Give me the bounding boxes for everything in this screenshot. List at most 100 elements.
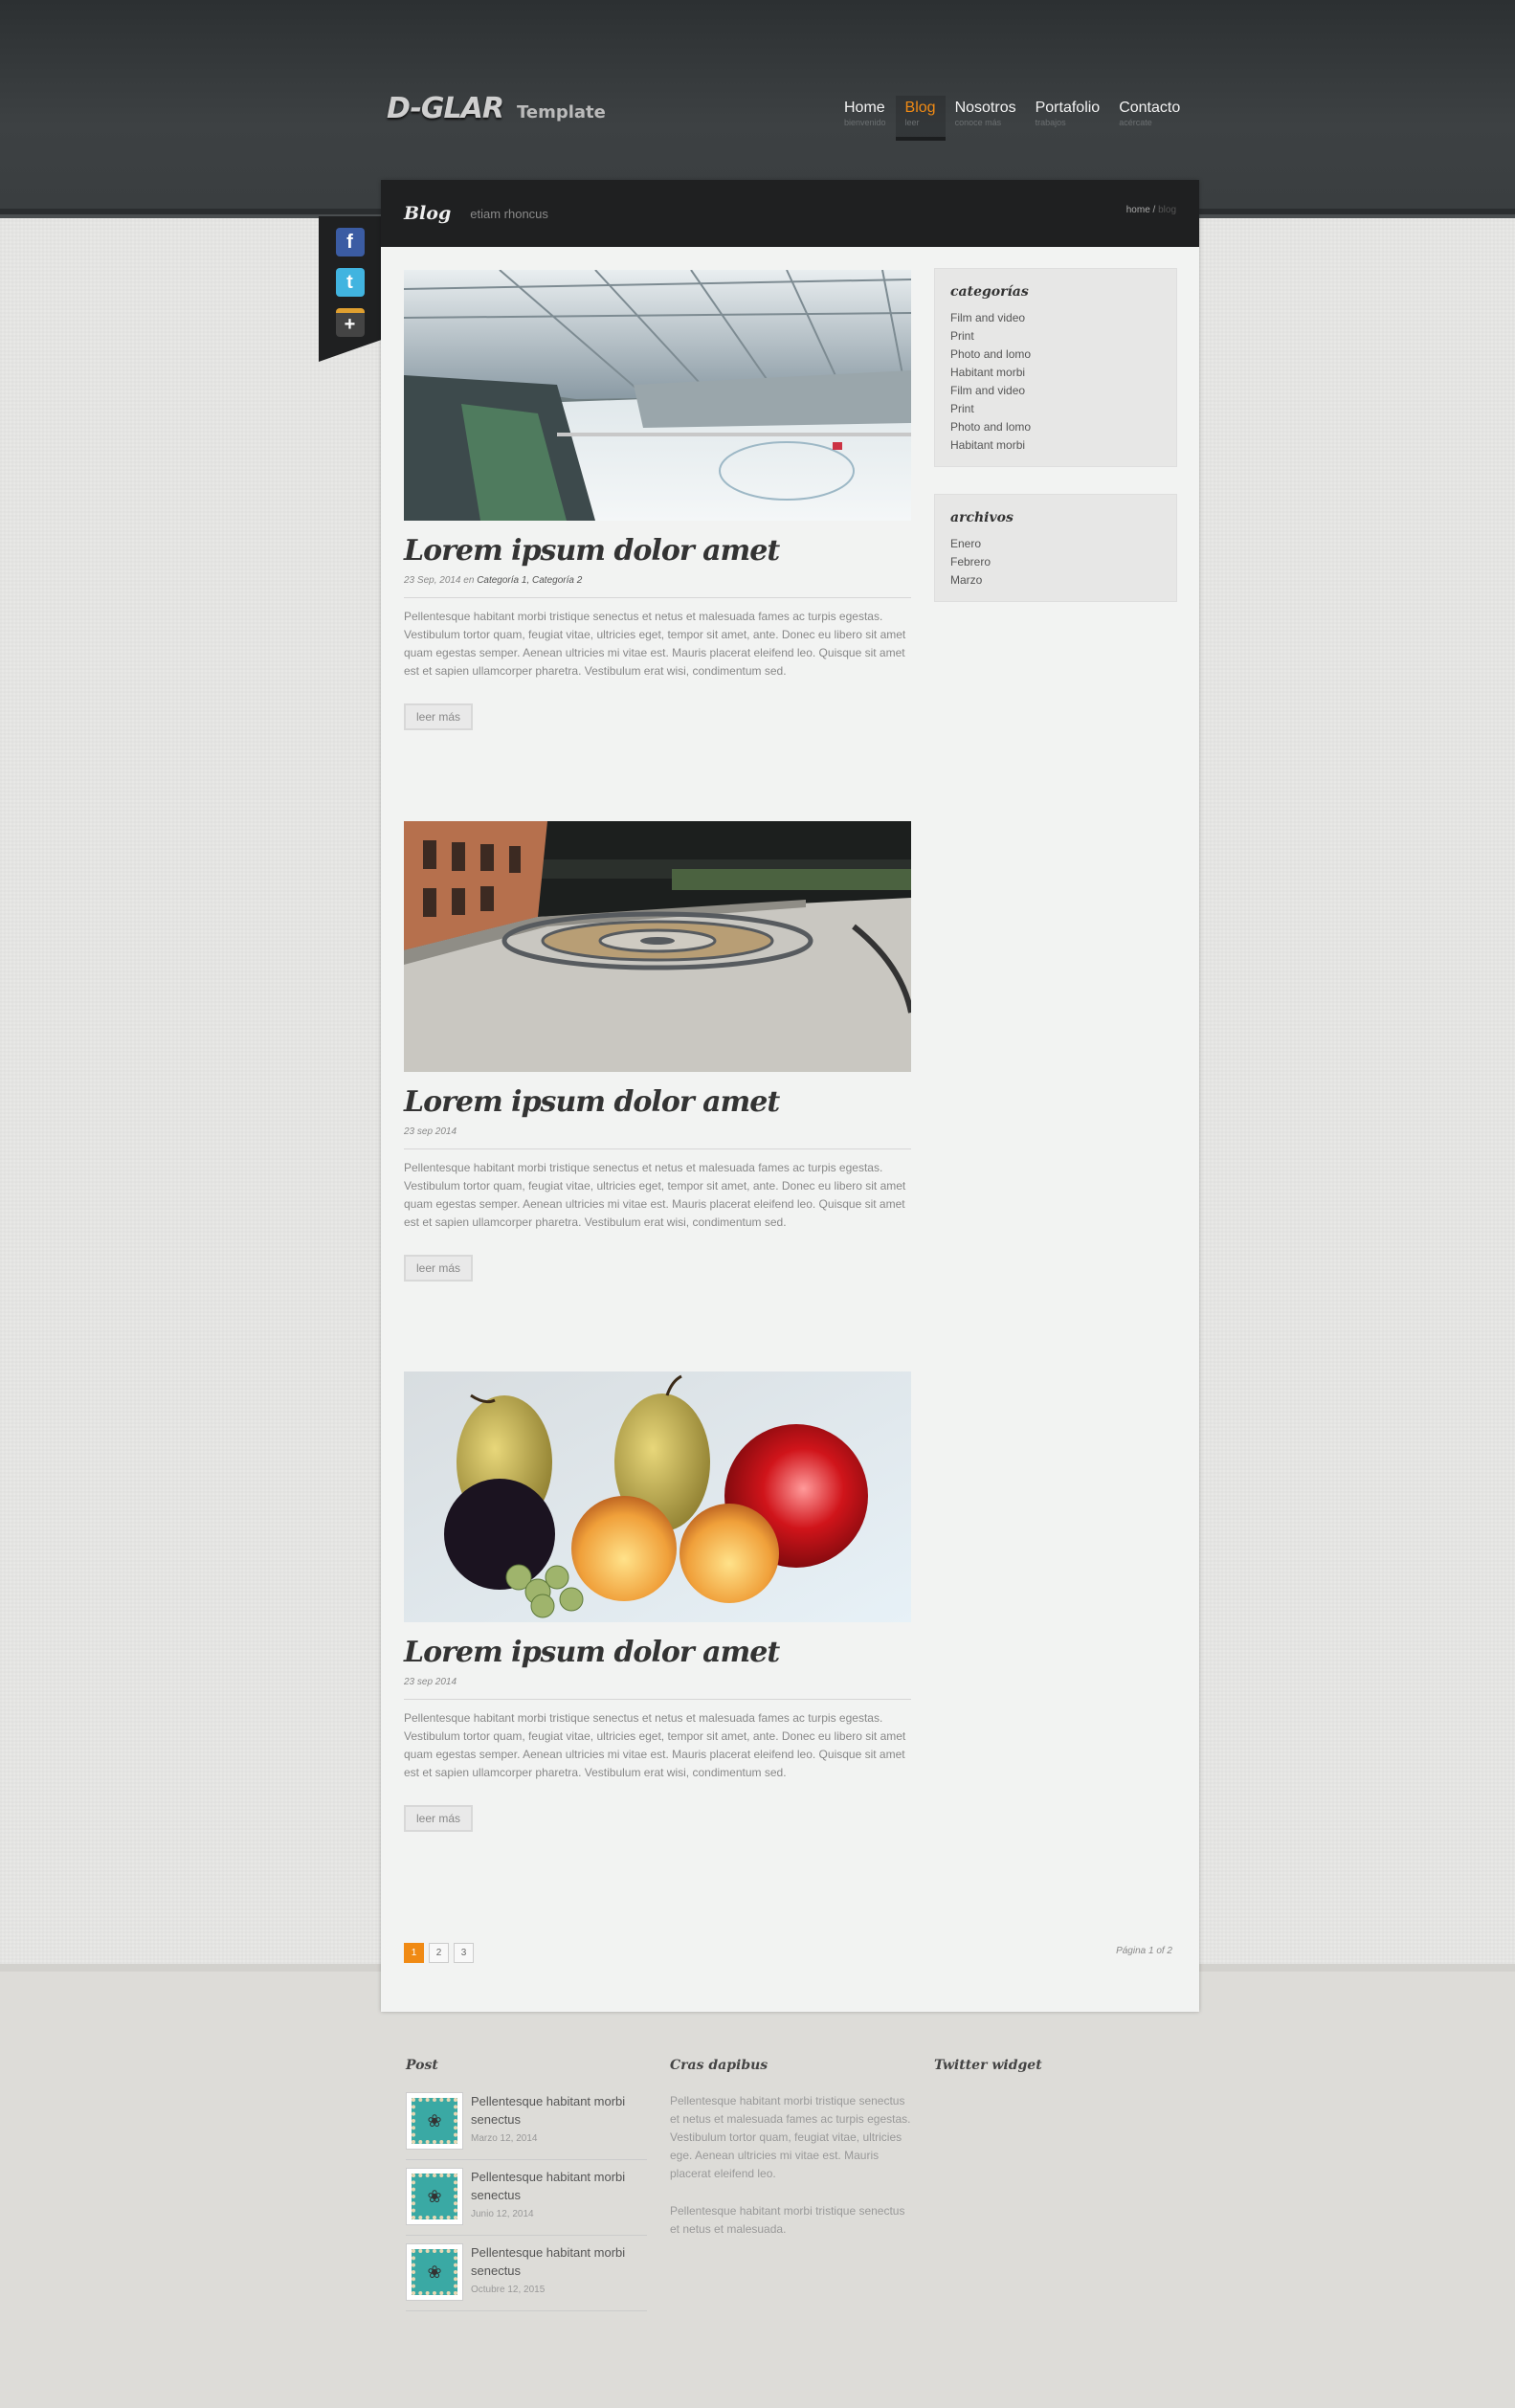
nav-sublabel: leer [904,118,920,127]
post-date: 23 sep 2014 [404,1677,457,1687]
post-category-link[interactable]: Categoría 1, [477,575,529,586]
footer-post-item[interactable]: ❀ Pellentesque habitant morbi senectus O… [406,2243,647,2311]
footer-post-title[interactable]: Pellentesque habitant morbi senectus [471,2092,647,2129]
main-content-panel: Blog etiam rhoncus home / blog Lorem ips… [381,180,1199,2012]
footer-post-item[interactable]: ❀ Pellentesque habitant morbi senectus J… [406,2168,647,2236]
page-subtitle: etiam rhoncus [470,206,548,221]
post-date: 23 Sep, 2014 en [404,575,475,586]
blog-post: Lorem ipsum dolor amet 23 sep 2014 Pelle… [404,1371,911,1832]
footer-posts: Post ❀ Pellentesque habitant morbi senec… [406,2058,647,2319]
nav-contacto[interactable]: Contacto acércate [1109,96,1190,137]
facebook-glyph: f [346,231,353,253]
breadcrumb-current: blog [1158,205,1176,215]
page-link-current[interactable]: 1 [404,1943,424,1963]
post-excerpt: Pellentesque habitant morbi tristique se… [404,1161,906,1229]
page-link[interactable]: 2 [429,1943,449,1963]
footer-post-title[interactable]: Pellentesque habitant morbi senectus [471,2168,647,2204]
category-link[interactable]: Film and video [950,309,1161,327]
post-title[interactable]: Lorem ipsum dolor amet [404,1085,911,1119]
nav-portafolio[interactable]: Portafolio trabajos [1026,96,1110,137]
pagination: 1 2 3 [404,1943,474,1963]
page-count: Página 1 of 2 [1116,1946,1172,1956]
post-thumbnail: ❀ [406,2168,463,2225]
ice-rink-photo[interactable] [404,270,911,521]
category-link[interactable]: Photo and lomo [950,418,1161,436]
social-bar: f t + [319,216,381,362]
site-logo[interactable]: D-GLAR Template [387,92,606,125]
footer-post-title[interactable]: Pellentesque habitant morbi senectus [471,2243,647,2280]
post-divider [404,1699,911,1700]
footer-title: Post [406,2058,438,2073]
nav-sublabel: acércate [1119,118,1152,127]
main-navigation: Home bienvenido Blog leer Nosotros conoc… [835,96,1190,141]
fruit-painting-photo[interactable] [404,1371,911,1622]
breadcrumb-home[interactable]: home [1126,205,1150,215]
archive-link[interactable]: Enero [950,535,1161,553]
categories-widget: categorías Film and video Print Photo an… [934,268,1177,467]
footer-post-item[interactable]: ❀ Pellentesque habitant morbi senectus M… [406,2092,647,2160]
category-link[interactable]: Photo and lomo [950,346,1161,364]
read-more-button[interactable]: leer más [404,703,474,730]
breadcrumb-separator: / [1149,205,1159,215]
page-link[interactable]: 3 [454,1943,474,1963]
blog-post: Lorem ipsum dolor amet 23 Sep, 2014 en C… [404,270,911,730]
post-thumbnail: ❀ [406,2092,463,2150]
post-category-link[interactable]: Categoría 2 [532,575,582,586]
category-link[interactable]: Print [950,400,1161,418]
nav-label: Blog [904,100,936,116]
facebook-icon[interactable]: f [335,228,365,256]
stamp-icon: ❀ [412,2174,457,2219]
nav-sublabel: bienvenido [844,118,886,127]
page-title: Blog [404,203,452,224]
archive-link[interactable]: Marzo [950,571,1161,590]
nav-label: Contacto [1119,100,1181,116]
twitter-glyph: t [346,271,353,293]
breadcrumb: home / blog [1126,205,1176,215]
archives-widget: archivos Enero Febrero Marzo [934,494,1177,602]
archive-link[interactable]: Febrero [950,553,1161,571]
courtyard-photo[interactable] [404,821,911,1072]
widget-title: archivos [950,510,1014,525]
post-meta: 23 sep 2014 [404,1677,911,1687]
nav-blog[interactable]: Blog leer [895,96,946,141]
post-excerpt: Pellentesque habitant morbi tristique se… [404,610,906,678]
category-link[interactable]: Film and video [950,382,1161,400]
footer-twitter: Twitter widget [934,2058,1042,2092]
post-excerpt: Pellentesque habitant morbi tristique se… [404,1711,906,1779]
post-meta: 23 Sep, 2014 en Categoría 1, Categoría 2 [404,575,911,586]
post-thumbnail: ❀ [406,2243,463,2301]
logo-mark: D-GLAR [387,92,504,125]
stamp-icon: ❀ [412,2098,457,2144]
footer-paragraph: Pellentesque habitant morbi tristique se… [670,2094,911,2180]
footer-cras-dapibus: Cras dapibus Pellentesque habitant morbi… [670,2058,914,2239]
post-title[interactable]: Lorem ipsum dolor amet [404,534,911,568]
nav-sublabel: trabajos [1035,118,1066,127]
footer-post-date: Junio 12, 2014 [471,2209,534,2219]
footer-post-date: Marzo 12, 2014 [471,2133,538,2144]
nav-label: Home [844,100,885,116]
share-plus-icon[interactable]: + [335,308,365,337]
twitter-icon[interactable]: t [335,268,365,297]
logo-tagline: Template [516,102,606,123]
footer-title: Cras dapibus [670,2058,769,2073]
post-title[interactable]: Lorem ipsum dolor amet [404,1636,911,1669]
nav-sublabel: conoce más [954,118,1002,127]
page-title-bar: Blog etiam rhoncus home / blog [381,180,1199,247]
blog-post: Lorem ipsum dolor amet 23 sep 2014 Pelle… [404,821,911,1282]
stamp-icon: ❀ [412,2249,457,2295]
category-link[interactable]: Print [950,327,1161,346]
nav-nosotros[interactable]: Nosotros conoce más [946,96,1026,137]
widget-title: categorías [950,284,1029,300]
nav-home[interactable]: Home bienvenido [835,96,896,137]
post-divider [404,597,911,598]
footer-paragraph: Pellentesque habitant morbi tristique se… [670,2204,905,2236]
nav-label: Portafolio [1035,100,1101,116]
nav-label: Nosotros [954,100,1016,116]
footer-title: Twitter widget [934,2058,1042,2073]
category-link[interactable]: Habitant morbi [950,364,1161,382]
read-more-button[interactable]: leer más [404,1805,474,1832]
category-link[interactable]: Habitant morbi [950,436,1161,455]
read-more-button[interactable]: leer más [404,1255,474,1282]
post-date: 23 sep 2014 [404,1126,457,1137]
post-divider [404,1148,911,1149]
